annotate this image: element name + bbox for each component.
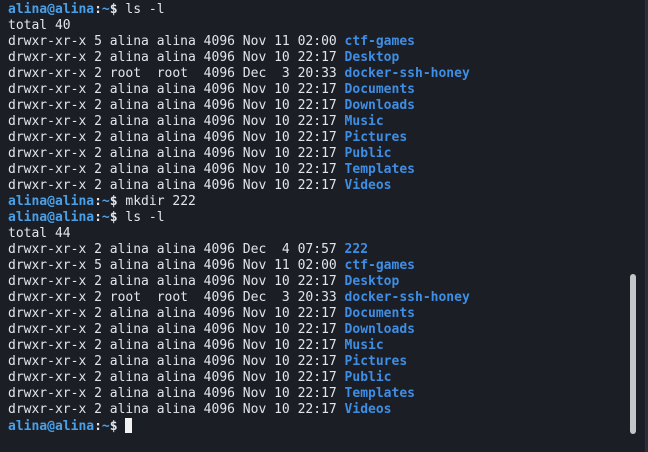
prompt-user-host: alina@alina — [8, 419, 95, 434]
prompt-path: ~ — [101, 194, 110, 209]
listing-entry: drwxr-xr-x 5 alina alina 4096 Nov 11 02:… — [8, 34, 620, 50]
listing-entry: drwxr-xr-x 2 alina alina 4096 Nov 10 22:… — [8, 322, 620, 338]
directory-name: docker-ssh-honey — [344, 66, 470, 81]
entry-metadata: drwxr-xr-x 2 root root 4096 Dec 3 20:33 — [8, 290, 345, 305]
listing-entry: drwxr-xr-x 2 alina alina 4096 Nov 10 22:… — [8, 338, 620, 354]
entry-metadata: drwxr-xr-x 2 alina alina 4096 Nov 10 22:… — [8, 274, 345, 289]
listing-entry: drwxr-xr-x 2 alina alina 4096 Nov 10 22:… — [8, 162, 620, 178]
entry-metadata: drwxr-xr-x 2 alina alina 4096 Dec 4 07:5… — [8, 242, 345, 257]
entry-metadata: drwxr-xr-x 2 root root 4096 Dec 3 20:33 — [8, 66, 345, 81]
prompt-symbol: $ — [109, 419, 118, 434]
terminal-output[interactable]: alina@alina:~$ ls -l total 40 drwxr-xr-x 5… — [8, 2, 620, 434]
output-text-line: total 40 — [8, 18, 620, 34]
directory-name: Music — [344, 338, 384, 353]
prompt-separator: : — [94, 419, 102, 434]
listing-entry: drwxr-xr-x 2 alina alina 4096 Nov 10 22:… — [8, 274, 620, 290]
listing-entry: drwxr-xr-x 2 alina alina 4096 Nov 10 22:… — [8, 82, 620, 98]
prompt-separator: : — [94, 194, 102, 209]
directory-name: Documents — [344, 82, 415, 97]
prompt-path: ~ — [101, 210, 110, 225]
listing-entry: drwxr-xr-x 2 alina alina 4096 Nov 10 22:… — [8, 130, 620, 146]
prompt-symbol: $ — [109, 2, 118, 17]
listing-entry: drwxr-xr-x 2 alina alina 4096 Nov 10 22:… — [8, 114, 620, 130]
prompt-symbol: $ — [109, 194, 118, 209]
scrollbar-thumb[interactable] — [630, 274, 636, 434]
entry-metadata: drwxr-xr-x 2 alina alina 4096 Nov 10 22:… — [8, 114, 345, 129]
directory-name: Documents — [344, 306, 415, 321]
directory-name: Videos — [344, 178, 392, 193]
entry-metadata: drwxr-xr-x 2 alina alina 4096 Nov 10 22:… — [8, 370, 345, 385]
directory-name: Pictures — [344, 354, 408, 369]
directory-name: Templates — [344, 162, 415, 177]
entry-metadata: drwxr-xr-x 2 alina alina 4096 Nov 10 22:… — [8, 354, 345, 369]
prompt-path: ~ — [101, 2, 110, 17]
listing-entry: drwxr-xr-x 2 alina alina 4096 Nov 10 22:… — [8, 178, 620, 194]
directory-name: Public — [344, 146, 392, 161]
directory-name: Pictures — [344, 130, 408, 145]
entry-metadata: drwxr-xr-x 2 alina alina 4096 Nov 10 22:… — [8, 162, 345, 177]
listing-entry: drwxr-xr-x 2 alina alina 4096 Dec 4 07:5… — [8, 242, 620, 258]
directory-name: ctf-games — [344, 34, 415, 49]
entry-metadata: drwxr-xr-x 2 alina alina 4096 Nov 10 22:… — [8, 386, 345, 401]
prompt-user-host: alina@alina — [8, 210, 95, 225]
listing-entry: drwxr-xr-x 2 alina alina 4096 Nov 10 22:… — [8, 98, 620, 114]
prompt-user-host: alina@alina — [8, 2, 95, 17]
text-cursor[interactable] — [125, 418, 133, 433]
listing-entry: drwxr-xr-x 2 alina alina 4096 Nov 10 22:… — [8, 50, 620, 66]
prompt-line: alina@alina:~$ — [8, 418, 620, 434]
listing-entry: drwxr-xr-x 2 alina alina 4096 Nov 10 22:… — [8, 402, 620, 418]
entry-metadata: drwxr-xr-x 2 alina alina 4096 Nov 10 22:… — [8, 338, 345, 353]
prompt-separator: : — [94, 210, 102, 225]
listing-entry: drwxr-xr-x 2 alina alina 4096 Nov 10 22:… — [8, 386, 620, 402]
directory-name: Videos — [344, 402, 392, 417]
entry-metadata: drwxr-xr-x 2 alina alina 4096 Nov 10 22:… — [8, 306, 345, 321]
entry-metadata: drwxr-xr-x 2 alina alina 4096 Nov 10 22:… — [8, 130, 345, 145]
directory-name: docker-ssh-honey — [344, 290, 470, 305]
entry-metadata: drwxr-xr-x 2 alina alina 4096 Nov 10 22:… — [8, 146, 345, 161]
directory-name: Desktop — [344, 50, 400, 65]
directory-name: 222 — [344, 242, 369, 257]
listing-entry: drwxr-xr-x 2 alina alina 4096 Nov 10 22:… — [8, 306, 620, 322]
listing-entry: drwxr-xr-x 2 alina alina 4096 Nov 10 22:… — [8, 370, 620, 386]
directory-name: Downloads — [344, 98, 415, 113]
listing-entry: drwxr-xr-x 2 alina alina 4096 Nov 10 22:… — [8, 354, 620, 370]
directory-name: ctf-games — [344, 258, 415, 273]
output-text: total 44 — [8, 226, 71, 241]
directory-name: Public — [344, 370, 392, 385]
command-text: ls -l — [125, 210, 165, 225]
command-text: mkdir 222 — [125, 194, 196, 209]
terminal-window[interactable]: alina@alina:~$ ls -l total 40 drwxr-xr-x 5… — [0, 0, 648, 452]
directory-name: Desktop — [344, 274, 400, 289]
prompt-line: alina@alina:~$ ls -l — [8, 210, 620, 226]
entry-metadata: drwxr-xr-x 2 alina alina 4096 Nov 10 22:… — [8, 82, 345, 97]
directory-name: Downloads — [344, 322, 415, 337]
entry-metadata: drwxr-xr-x 2 alina alina 4096 Nov 10 22:… — [8, 178, 345, 193]
entry-metadata: drwxr-xr-x 2 alina alina 4096 Nov 10 22:… — [8, 322, 345, 337]
directory-name: Templates — [344, 386, 415, 401]
directory-name: Music — [344, 114, 384, 129]
entry-metadata: drwxr-xr-x 5 alina alina 4096 Nov 11 02:… — [8, 34, 345, 49]
prompt-symbol: $ — [109, 210, 118, 225]
entry-metadata: drwxr-xr-x 2 alina alina 4096 Nov 10 22:… — [8, 402, 345, 417]
output-text-line: total 44 — [8, 226, 620, 242]
listing-entry: drwxr-xr-x 5 alina alina 4096 Nov 11 02:… — [8, 258, 620, 274]
prompt-user-host: alina@alina — [8, 194, 95, 209]
listing-entry: drwxr-xr-x 2 root root 4096 Dec 3 20:33 … — [8, 66, 620, 82]
prompt-line: alina@alina:~$ mkdir 222 — [8, 194, 620, 210]
prompt-path: ~ — [101, 419, 110, 434]
prompt-separator: : — [94, 2, 102, 17]
scrollbar[interactable] — [629, 0, 637, 452]
entry-metadata: drwxr-xr-x 2 alina alina 4096 Nov 10 22:… — [8, 98, 345, 113]
command-text: ls -l — [125, 2, 165, 17]
prompt-line: alina@alina:~$ ls -l — [8, 2, 620, 18]
listing-entry: drwxr-xr-x 2 root root 4096 Dec 3 20:33 … — [8, 290, 620, 306]
listing-entry: drwxr-xr-x 2 alina alina 4096 Nov 10 22:… — [8, 146, 620, 162]
output-text: total 40 — [8, 18, 71, 33]
entry-metadata: drwxr-xr-x 2 alina alina 4096 Nov 10 22:… — [8, 50, 345, 65]
entry-metadata: drwxr-xr-x 5 alina alina 4096 Nov 11 02:… — [8, 258, 345, 273]
